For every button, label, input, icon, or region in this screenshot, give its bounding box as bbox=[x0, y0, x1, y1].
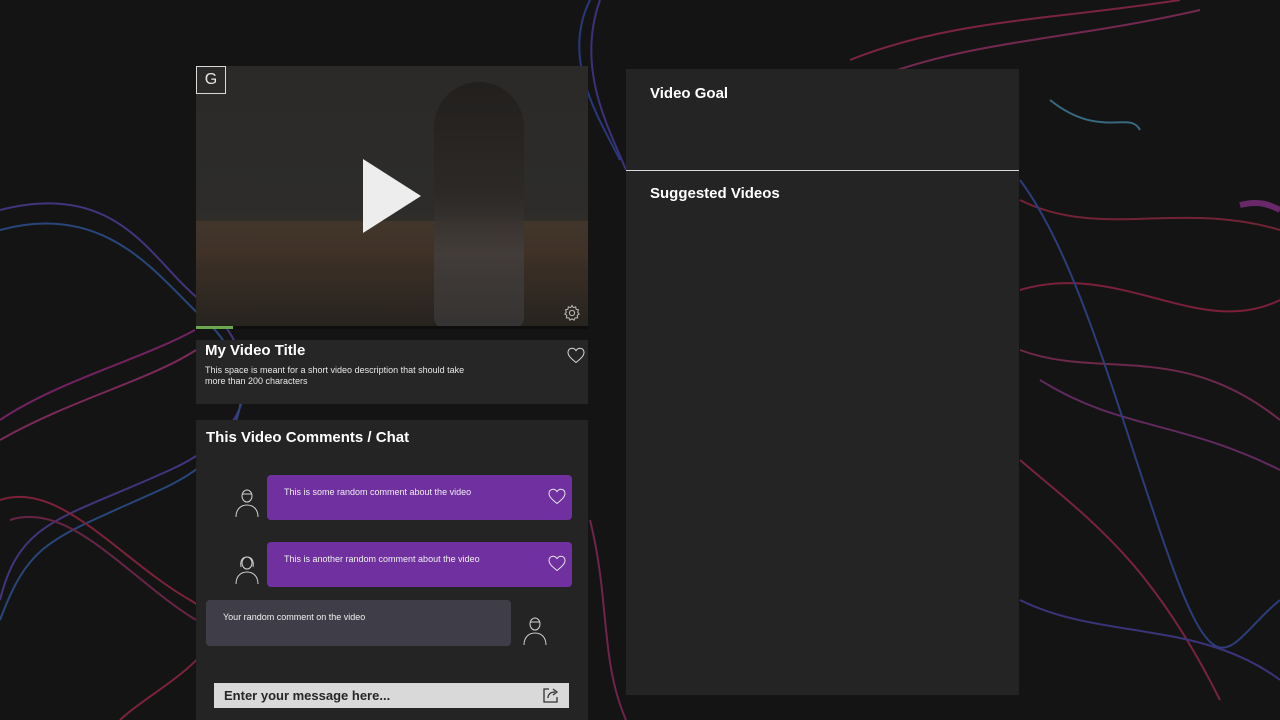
male-user-avatar-icon bbox=[235, 489, 259, 518]
like-comment-heart-icon[interactable] bbox=[548, 488, 566, 505]
video-progress-bar[interactable] bbox=[196, 326, 589, 329]
channel-logo: G bbox=[196, 66, 226, 94]
video-goal-title: Video Goal bbox=[650, 85, 729, 102]
like-video-heart-icon[interactable] bbox=[567, 347, 585, 364]
video-thumbnail-figure bbox=[434, 82, 524, 328]
comments-title: This Video Comments / Chat bbox=[206, 429, 410, 446]
comment-bubble: This is another random comment about the… bbox=[267, 542, 572, 587]
video-progress-fill bbox=[196, 326, 234, 329]
play-icon[interactable] bbox=[362, 158, 422, 234]
video-title: My Video Title bbox=[205, 342, 306, 359]
current-user-avatar-icon bbox=[523, 617, 547, 646]
section-divider bbox=[626, 170, 1019, 171]
female-user-avatar-icon bbox=[235, 556, 259, 585]
video-info-panel: My Video Title This space is meant for a… bbox=[196, 340, 588, 404]
channel-logo-letter: G bbox=[204, 71, 218, 88]
suggested-videos-title: Suggested Videos bbox=[650, 185, 780, 202]
message-input[interactable] bbox=[214, 683, 569, 708]
own-comment-text: Your random comment on the video bbox=[223, 612, 366, 622]
like-comment-heart-icon[interactable] bbox=[548, 555, 566, 572]
own-comment-bubble: Your random comment on the video bbox=[206, 600, 511, 646]
sidebar-panel: Video Goal Suggested Videos bbox=[626, 69, 1019, 695]
comment-bubble: This is some random comment about the vi… bbox=[267, 475, 572, 520]
share-icon[interactable] bbox=[542, 686, 560, 704]
comments-panel: This Video Comments / Chat This is some … bbox=[196, 420, 588, 720]
comment-text: This is another random comment about the… bbox=[284, 554, 480, 564]
video-description: This space is meant for a short video de… bbox=[205, 365, 465, 386]
gear-icon[interactable] bbox=[563, 304, 581, 322]
comment-text: This is some random comment about the vi… bbox=[284, 487, 472, 497]
